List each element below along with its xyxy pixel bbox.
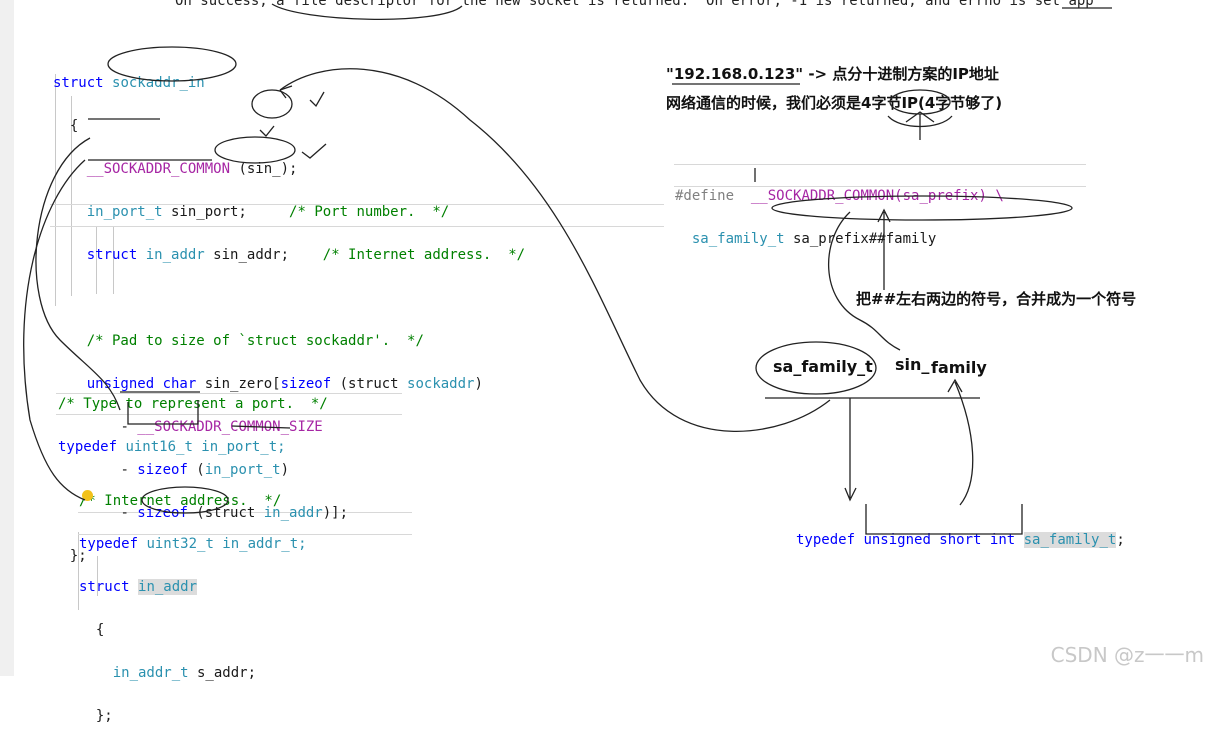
ink-circle [251, 89, 293, 119]
ink-arrow [877, 208, 891, 290]
ink-check [259, 125, 275, 137]
brace: }; [95, 707, 113, 724]
ink-arrow [947, 378, 974, 506]
ink-arrow [35, 137, 121, 411]
ink-check [301, 143, 327, 159]
ink-circle [755, 341, 877, 395]
ink-circle [771, 195, 1073, 221]
watermark: CSDN @z一一m [1050, 643, 1204, 667]
ink-arrow [279, 85, 293, 99]
code-line: }; [79, 706, 307, 728]
ink-circle [889, 89, 951, 115]
ink-circle [141, 486, 229, 514]
ink-arrow [279, 68, 831, 432]
ink-stroke [127, 400, 199, 425]
ink-stroke [271, 3, 463, 20]
ink-arrow [23, 159, 86, 501]
ink-stroke [865, 504, 1023, 535]
ink-stroke [231, 425, 291, 429]
ink-annotations [23, 3, 1112, 535]
ink-check [309, 91, 325, 108]
ink-circle [107, 46, 237, 82]
ink-arrow [827, 211, 901, 351]
ink-circle [214, 136, 296, 164]
ink-arrow [844, 398, 857, 502]
